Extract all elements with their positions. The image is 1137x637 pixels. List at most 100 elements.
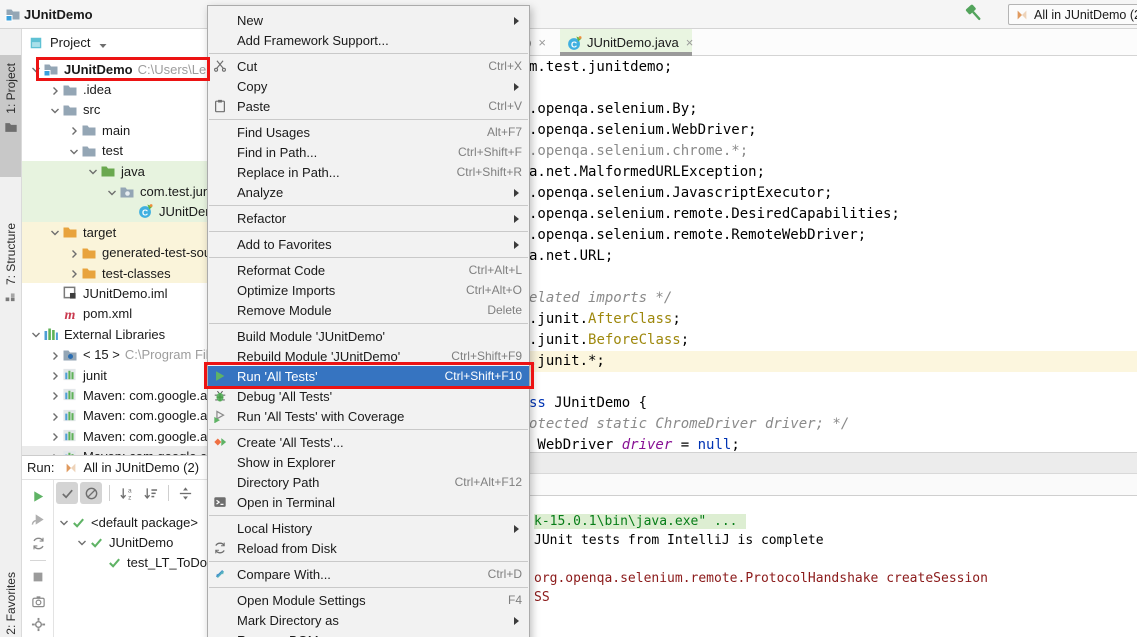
tree-item-external-libraries[interactable]: External Libraries	[22, 324, 207, 344]
tree-item-com-test-juni[interactable]: com.test.juni	[22, 181, 207, 201]
chevron-closed-icon[interactable]	[49, 369, 62, 381]
menu-item-optimize-imports[interactable]: Optimize ImportsCtrl+Alt+O	[208, 280, 529, 300]
chevron-open-icon[interactable]	[87, 165, 100, 177]
tree-item-junitdem[interactable]: CJUnitDem	[22, 202, 207, 222]
menu-item-open-module-settings[interactable]: Open Module SettingsF4	[208, 590, 529, 610]
code-editor[interactable]: m.test.junitdemo; .openqa.selenium.By;.o…	[529, 57, 1137, 456]
chevron-open-icon[interactable]	[106, 186, 119, 198]
menu-item-directory-path[interactable]: Directory PathCtrl+Alt+F12	[208, 472, 529, 492]
tree-item-15[interactable]: < 15 >C:\Program Files	[22, 344, 207, 364]
tree-item-java[interactable]: java	[22, 161, 207, 181]
tree-item-target[interactable]: target	[22, 222, 207, 242]
test-class-icon: C	[567, 36, 581, 50]
menu-icon-spacer	[213, 79, 237, 94]
menu-item-debug-all-tests[interactable]: Debug 'All Tests'	[208, 386, 529, 406]
tree-item-test[interactable]: test	[22, 141, 207, 161]
tree-item-junit[interactable]: junit	[22, 365, 207, 385]
tree-item-main[interactable]: main	[22, 120, 207, 140]
stripe-tab-project[interactable]: 1: Project	[0, 55, 21, 177]
tree-item-maven-com-google-aut[interactable]: Maven: com.google.aut	[22, 406, 207, 426]
chevron-open-icon[interactable]	[49, 226, 62, 238]
test-item-junitdemo[interactable]: JUnitDemo	[56, 532, 207, 552]
tree-item-maven-com-google-aut[interactable]: Maven: com.google.aut	[22, 385, 207, 405]
rerun-button[interactable]	[27, 486, 49, 506]
menu-item-find-usages[interactable]: Find UsagesAlt+F7	[208, 122, 529, 142]
tree-item-junitdemo-iml[interactable]: JUnitDemo.iml	[22, 283, 207, 303]
tree-item-idea[interactable]: .idea	[22, 79, 207, 99]
tree-item-maven-com-google-aut[interactable]: Maven: com.google.aut	[22, 426, 207, 446]
run-tab-all-in-junitdemo[interactable]: All in JUnitDemo (2)	[64, 460, 199, 475]
chevron-closed-icon[interactable]	[49, 349, 62, 361]
project-view-header[interactable]: Project	[22, 29, 207, 56]
close-icon[interactable]: ×	[538, 35, 546, 50]
menu-item-local-history[interactable]: Local History	[208, 518, 529, 538]
autotest-button[interactable]	[27, 533, 49, 553]
close-icon[interactable]: ×	[686, 35, 694, 50]
chevron-closed-icon[interactable]	[49, 430, 62, 442]
run-console[interactable]: k-15.0.1\bin\java.exe" ...JUnit tests fr…	[529, 496, 1137, 637]
test-item-test-lt-todoa[interactable]: test_LT_ToDoA	[56, 552, 207, 572]
project-view-icon	[29, 36, 43, 50]
sort-az-button[interactable]: az	[115, 482, 137, 504]
chevron-open-icon[interactable]	[76, 536, 89, 548]
menu-item-replace-in-path[interactable]: Replace in Path...Ctrl+Shift+R	[208, 162, 529, 182]
chevron-closed-icon[interactable]	[68, 124, 81, 136]
folder-orange-icon	[81, 245, 98, 261]
tree-item-pom-xml[interactable]: mpom.xml	[22, 304, 207, 324]
menu-item-show-in-explorer[interactable]: Show in Explorer	[208, 452, 529, 472]
menu-item-compare-with[interactable]: Compare With...Ctrl+D	[208, 564, 529, 584]
menu-item-run-all-tests-with-coverage[interactable]: Run 'All Tests' with Coverage	[208, 406, 529, 426]
build-hammer-icon[interactable]	[962, 3, 988, 27]
chevron-open-icon[interactable]	[58, 516, 71, 528]
slash-toggle-button[interactable]	[80, 482, 102, 504]
menu-item-create-all-tests[interactable]: Create 'All Tests'...	[208, 432, 529, 452]
chevron-open-icon[interactable]	[49, 104, 62, 116]
test-item-default-package[interactable]: <default package>	[56, 512, 207, 532]
chevron-open-icon[interactable]	[30, 328, 43, 340]
menu-item-copy[interactable]: Copy	[208, 76, 529, 96]
menu-item-build-module-junitdemo[interactable]: Build Module 'JUnitDemo'	[208, 326, 529, 346]
tree-item-maven-com-google-co[interactable]: Maven: com.google.co	[22, 446, 207, 455]
check-toggle-button[interactable]	[56, 482, 78, 504]
chevron-closed-icon[interactable]	[49, 389, 62, 401]
menu-item-remove-module[interactable]: Remove ModuleDelete	[208, 300, 529, 320]
chevron-closed-icon[interactable]	[68, 247, 81, 259]
run-configuration-combo[interactable]: All in JUnitDemo (2)	[1008, 4, 1137, 25]
menu-separator-line	[209, 53, 528, 54]
rerun-failed-button[interactable]	[27, 510, 49, 530]
menu-item-open-in-terminal[interactable]: Open in Terminal	[208, 492, 529, 512]
chevron-open-icon[interactable]	[68, 145, 81, 157]
code-segment: =	[672, 437, 697, 453]
menu-item-add-to-favorites[interactable]: Add to Favorites	[208, 234, 529, 254]
stripe-tab-structure[interactable]: 7: Structure	[0, 215, 21, 337]
menu-icon-spacer	[213, 633, 237, 637]
tree-item-generated-test-sour[interactable]: generated-test-sour	[22, 243, 207, 263]
menu-item-paste[interactable]: PasteCtrl+V	[208, 96, 529, 116]
menu-item-find-in-path[interactable]: Find in Path...Ctrl+Shift+F	[208, 142, 529, 162]
menu-item-remove-bom[interactable]: Remove BOM	[208, 630, 529, 637]
gear-button[interactable]	[27, 615, 49, 635]
menu-item-add-framework-support[interactable]: Add Framework Support...	[208, 30, 529, 50]
menu-item-label: Replace in Path...	[237, 165, 439, 180]
menu-item-reformat-code[interactable]: Reformat CodeCtrl+Alt+L	[208, 260, 529, 280]
menu-item-cut[interactable]: CutCtrl+X	[208, 56, 529, 76]
editor-tab-partial[interactable]: ) ×	[527, 29, 563, 56]
chevron-closed-icon[interactable]	[49, 84, 62, 96]
sort-duration-button[interactable]	[139, 482, 161, 504]
test-item-label: <default package>	[91, 515, 198, 530]
menu-item-reload-from-disk[interactable]: Reload from Disk	[208, 538, 529, 558]
chevron-closed-icon[interactable]	[68, 267, 81, 279]
tree-item-test-classes[interactable]: test-classes	[22, 263, 207, 283]
menu-item-label: Build Module 'JUnitDemo'	[237, 329, 522, 344]
camera-button[interactable]	[27, 591, 49, 611]
stop-button[interactable]	[27, 568, 49, 588]
expand-all-button[interactable]	[174, 482, 196, 504]
menu-item-mark-directory-as[interactable]: Mark Directory as	[208, 610, 529, 630]
menu-item-refactor[interactable]: Refactor	[208, 208, 529, 228]
tree-item-src[interactable]: src	[22, 100, 207, 120]
stripe-tab-favorites[interactable]: 2: Favorites	[0, 572, 21, 635]
chevron-closed-icon[interactable]	[49, 410, 62, 422]
menu-item-analyze[interactable]: Analyze	[208, 182, 529, 202]
menu-item-new[interactable]: New	[208, 10, 529, 30]
intellij-window: JUnitDemo All in JUnitDemo (2) 1: Projec…	[0, 0, 1137, 637]
